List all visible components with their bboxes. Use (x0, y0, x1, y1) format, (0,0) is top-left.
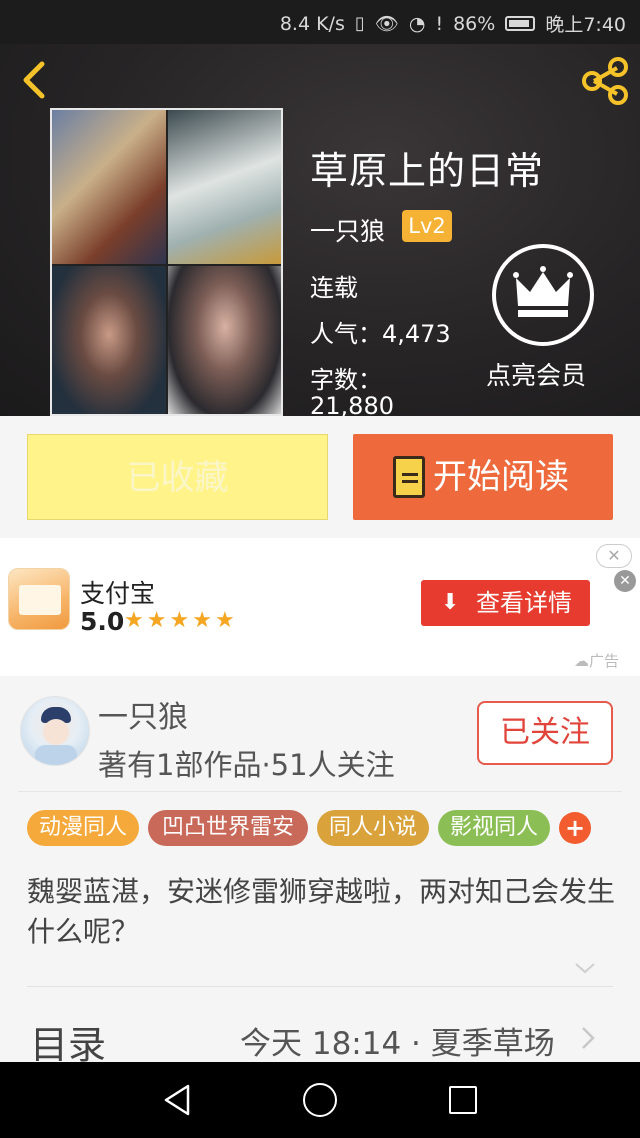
add-tag-button[interactable]: + (559, 812, 591, 844)
serial-status: 连载 (310, 274, 358, 302)
book-info-section: 一只狼 著有1部作品·51人关注 已关注 动漫同人 凹凸世界雷安 同人小说 影视… (0, 676, 640, 1067)
back-button[interactable] (16, 58, 52, 102)
membership-label: 点亮会员 (486, 361, 587, 390)
cover-art-tile (168, 110, 281, 264)
battery-percent: 86% (453, 12, 496, 35)
popularity: 人气：4,473 (310, 320, 451, 348)
eye-icon: 👁︎ (374, 13, 399, 35)
tag-chip[interactable]: 影视同人 (438, 810, 550, 846)
ad-close-outline-icon[interactable]: ✕ (596, 544, 632, 568)
cover-art-tile (52, 266, 166, 414)
chevron-right-icon (578, 1024, 598, 1052)
author-name[interactable]: 一只狼 (310, 212, 385, 248)
book-header: 草原上的日常 一只狼 Lv2 连载 人气：4,473 字数： 21,880 点亮… (0, 44, 640, 416)
tag-chip[interactable]: 动漫同人 (27, 810, 139, 846)
divider (27, 986, 613, 987)
battery-saver-icon: ! (435, 12, 444, 35)
home-nav-icon[interactable] (303, 1083, 337, 1117)
start-reading-label: 开始阅读 (433, 457, 569, 497)
author-card-name: 一只狼 (98, 700, 188, 735)
star-icon: ★ (146, 608, 170, 633)
word-count-label: 字数： (310, 366, 382, 394)
ad-rating: 5.0 (80, 607, 125, 636)
rating-stars: ★★★★★ (124, 608, 238, 633)
book-title: 草原上的日常 (310, 149, 545, 193)
ad-details-button[interactable]: ⬇ 查看详情 (421, 580, 590, 626)
favorite-button[interactable]: 已收藏 (27, 434, 328, 520)
ad-banner[interactable]: 支付宝 5.0 ★★★★★ ⬇ 查看详情 ✕ ✕ ☁广告 (0, 538, 640, 676)
star-icon: ★ (169, 608, 193, 633)
clock: 晚上7:40 (545, 14, 626, 36)
tag-chip[interactable]: 同人小说 (317, 810, 429, 846)
ad-label: ☁广告 (574, 652, 620, 670)
author-stats: 著有1部作品·51人关注 (98, 748, 395, 782)
back-nav-icon[interactable] (160, 1082, 196, 1118)
cover-art-tile (52, 110, 166, 264)
tag-chip[interactable]: 凹凸世界雷安 (148, 810, 308, 846)
book-description: 魏婴蓝湛，安迷修雷狮穿越啦，两对知己会发生什么呢？ (27, 875, 616, 948)
recents-nav-icon[interactable] (449, 1086, 477, 1114)
level-badge: Lv2 (402, 210, 452, 242)
book-icon (393, 456, 425, 498)
vibrate-icon: ▯ (354, 13, 365, 34)
app-icon (8, 568, 70, 630)
download-icon: ⬇ (441, 590, 460, 615)
expand-chevron-icon[interactable] (570, 958, 600, 978)
ad-app-name: 支付宝 (80, 579, 156, 608)
follow-button[interactable]: 已关注 (477, 701, 613, 765)
book-cover[interactable] (50, 108, 283, 416)
cover-art-tile (168, 266, 281, 414)
ad-close-icon[interactable]: ✕ (614, 570, 636, 592)
start-reading-button[interactable]: 开始阅读 (353, 434, 613, 520)
wifi-icon: ◔ (408, 12, 426, 35)
ad-button-label: 查看详情 (476, 589, 572, 617)
word-count: 21,880 (310, 392, 394, 416)
system-nav-bar (0, 1062, 640, 1138)
share-icon (582, 57, 628, 105)
action-bar: 已收藏 开始阅读 (0, 416, 640, 538)
chevron-left-icon (23, 61, 45, 99)
toc-latest-chapter: 今天 18:14 · 夏季草场 (240, 1026, 555, 1062)
cloud-icon: ☁ (574, 652, 589, 670)
network-speed: 8.4 K/s (279, 12, 345, 35)
battery-icon (505, 16, 536, 31)
star-icon: ★ (124, 608, 147, 633)
star-icon: ★ (214, 608, 238, 633)
membership-button[interactable] (492, 244, 594, 346)
crown-icon (513, 266, 573, 317)
share-button[interactable] (580, 56, 630, 106)
star-icon: ★ (192, 608, 215, 633)
author-avatar[interactable] (20, 696, 90, 766)
toc-label: 目录 (30, 1023, 107, 1067)
status-bar: 8.4 K/s ▯ 👁︎ ◔ ! 86% 晚上7:40 (0, 0, 640, 44)
